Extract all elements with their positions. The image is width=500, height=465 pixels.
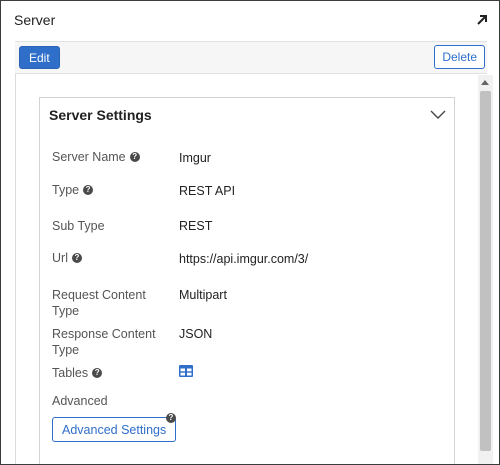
scrollbar-thumb[interactable] <box>480 91 491 451</box>
field-label-type: Type? <box>52 182 94 198</box>
chevron-down-icon[interactable] <box>430 108 446 120</box>
window-titlebar: Server <box>1 1 499 41</box>
delete-button[interactable]: Delete <box>434 45 485 69</box>
vertical-scrollbar[interactable] <box>478 75 493 464</box>
server-settings-panel: Server Settings Server Name? Imgur Type?… <box>39 97 455 464</box>
help-icon[interactable]: ? <box>166 413 176 423</box>
field-label-line: Request Content <box>52 288 146 302</box>
help-icon[interactable]: ? <box>129 152 140 162</box>
help-icon[interactable]: ? <box>92 368 103 378</box>
field-value-response-content-type: JSON <box>179 327 213 341</box>
table-icon[interactable] <box>179 365 193 377</box>
field-label-line: Response Content <box>52 327 156 341</box>
advanced-settings-button[interactable]: Advanced Settings <box>52 417 177 442</box>
field-label-request-content-type: Request Content Type <box>52 287 146 319</box>
field-label-line: Type <box>52 343 80 357</box>
field-label-sub-type: Sub Type <box>52 219 105 233</box>
field-value-type: REST API <box>179 184 236 198</box>
field-label-advanced: Advanced <box>52 394 108 408</box>
help-icon[interactable]: ? <box>71 253 82 263</box>
field-label-tables: Tables? <box>52 365 103 381</box>
field-label-url: Url? <box>52 250 82 266</box>
edit-button[interactable]: Edit <box>19 46 60 69</box>
field-label-line: Type <box>52 304 80 318</box>
field-label-text: Tables <box>52 366 89 380</box>
field-value-request-content-type: Multipart <box>179 288 227 302</box>
scroll-up-arrow-icon[interactable] <box>481 80 489 85</box>
help-icon[interactable]: ? <box>83 185 94 195</box>
field-label-server-name: Server Name? <box>52 149 140 165</box>
panel-title: Server Settings <box>49 107 152 123</box>
field-label-text: Type <box>52 183 80 197</box>
toolbar: Edit Delete <box>15 41 487 74</box>
field-value-sub-type: REST <box>179 219 213 233</box>
field-label-text: Server Name <box>52 150 126 164</box>
window-title: Server <box>14 12 56 28</box>
server-window: Server Edit Delete Server Settings Serve… <box>0 0 500 465</box>
field-label-response-content-type: Response Content Type <box>52 326 156 358</box>
popout-arrow-icon[interactable] <box>475 13 489 27</box>
field-value-server-name: Imgur <box>179 151 211 165</box>
field-value-url: https://api.imgur.com/3/ <box>179 252 309 266</box>
field-label-text: Url <box>52 251 68 265</box>
